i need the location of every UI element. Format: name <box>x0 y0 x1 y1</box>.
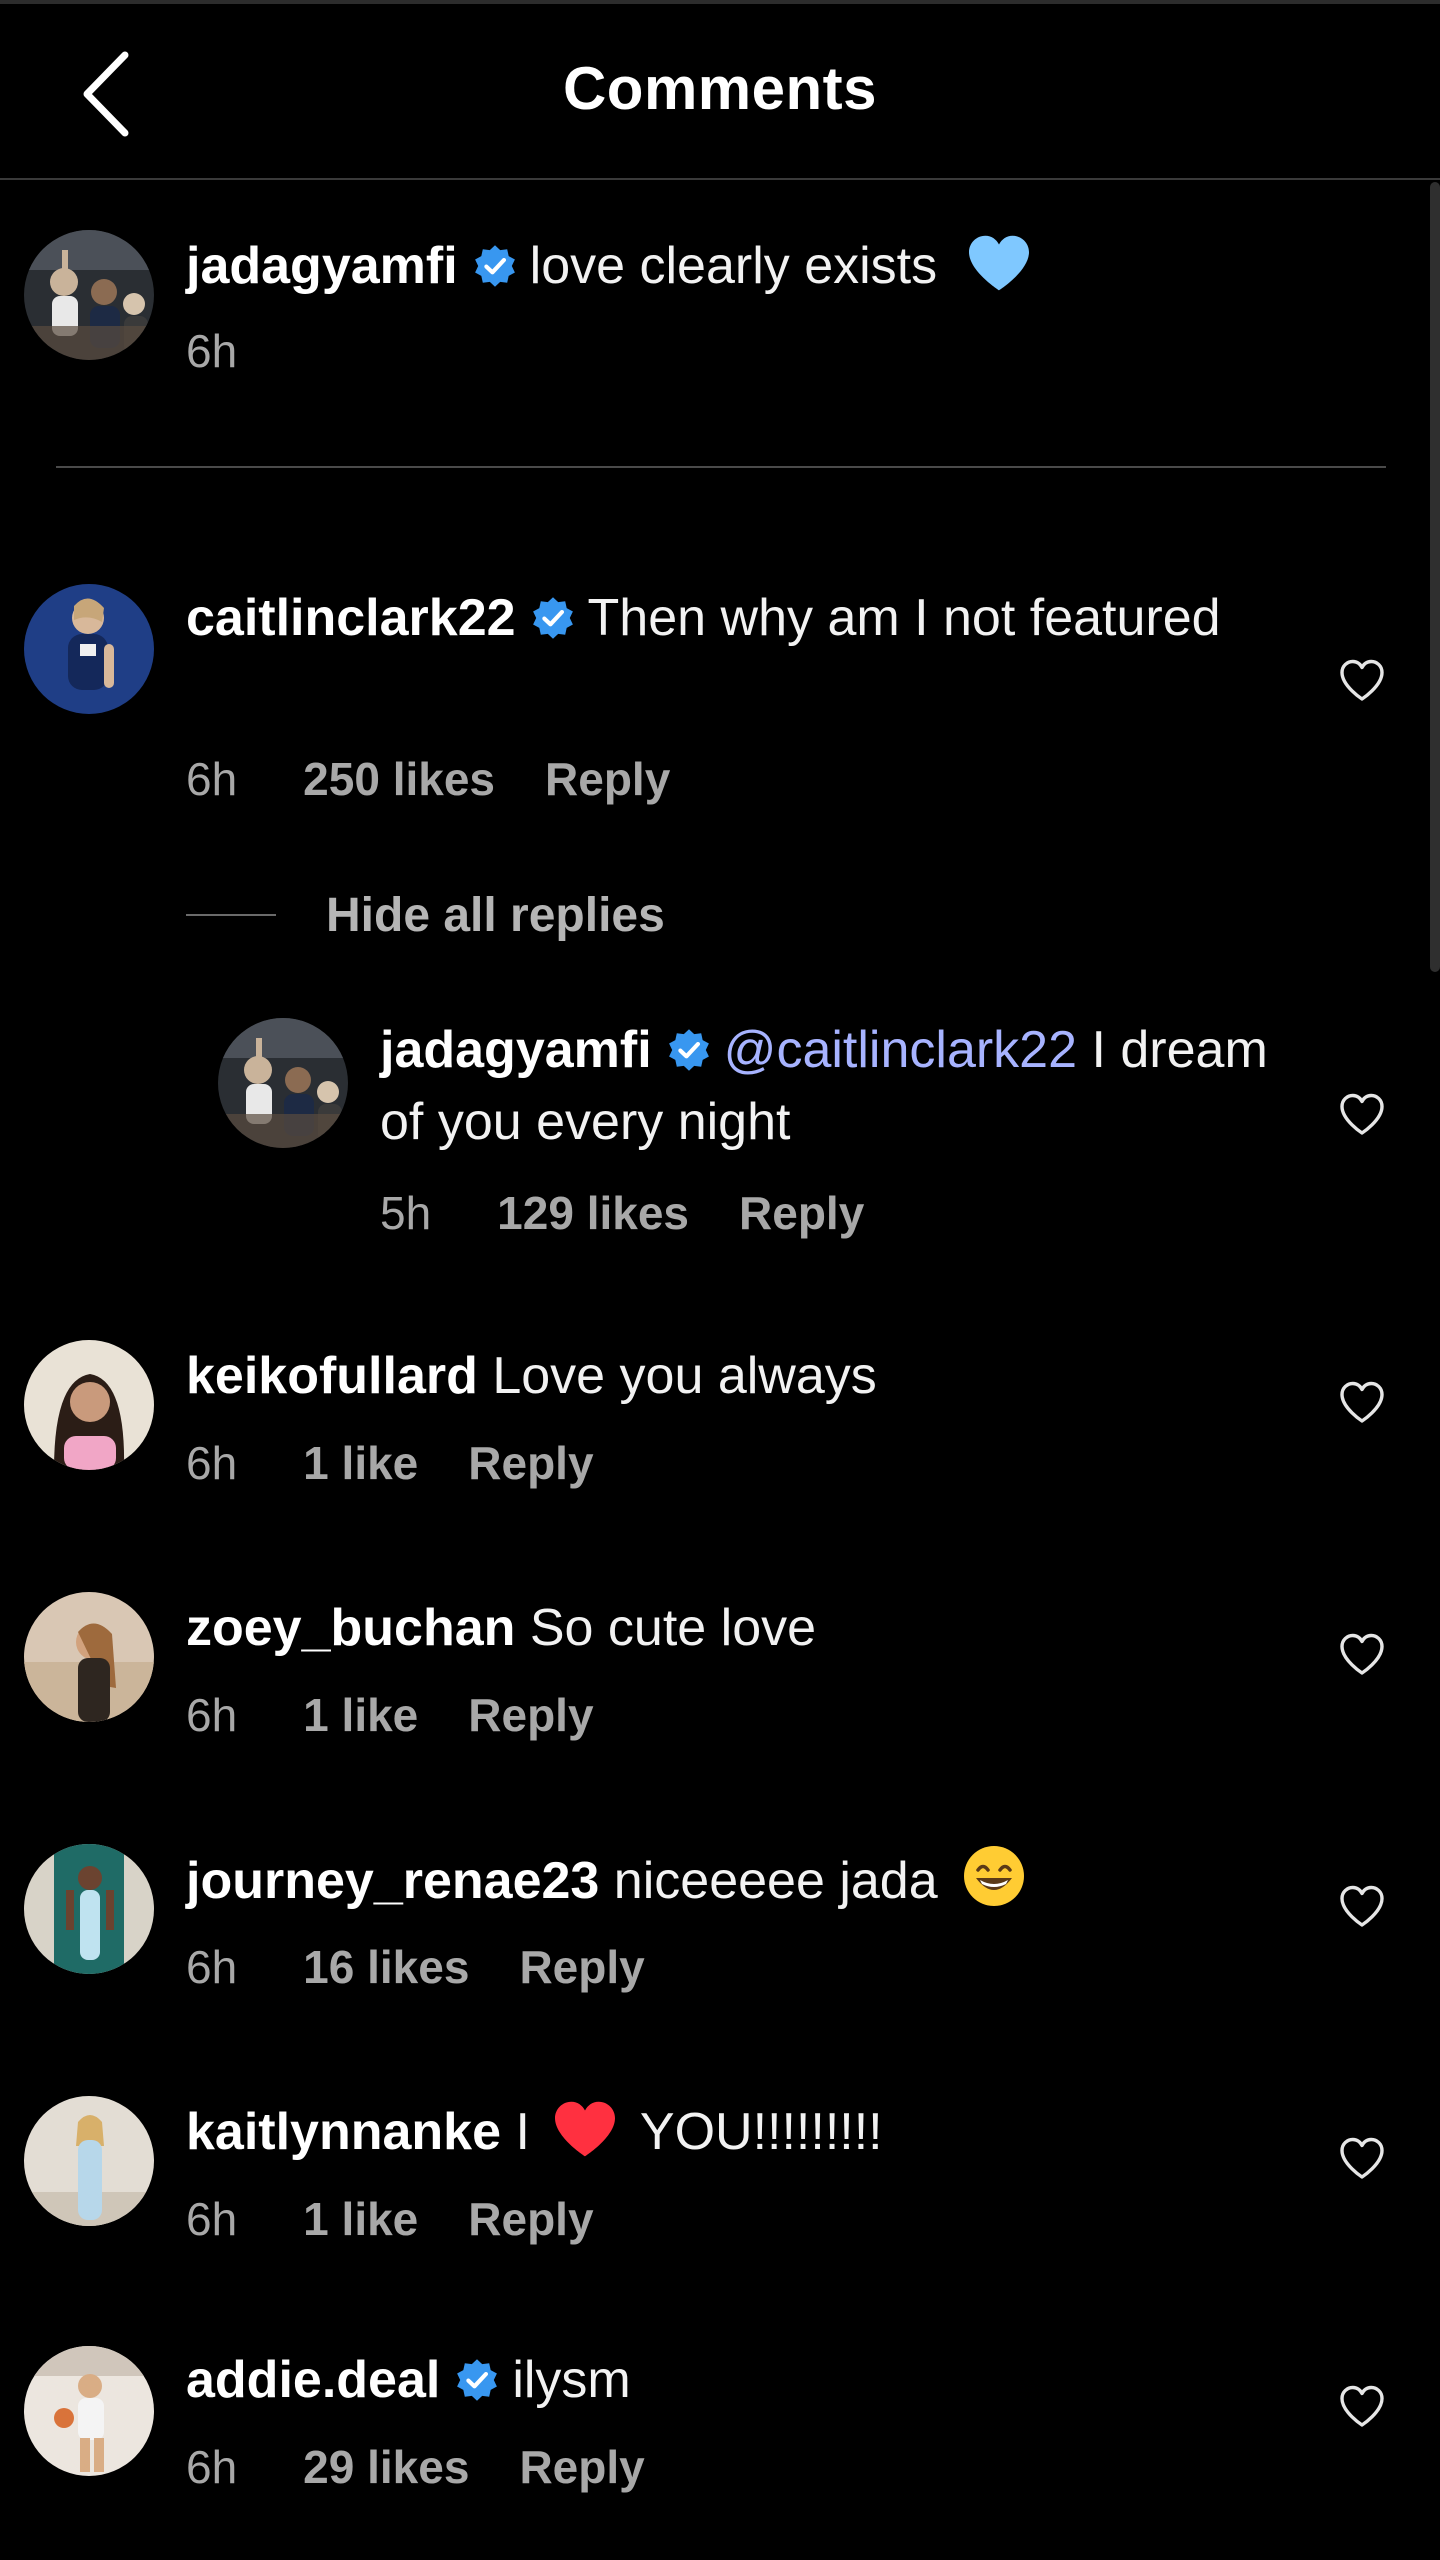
verified-badge-icon <box>530 595 576 641</box>
hide-replies-label: Hide all replies <box>326 888 665 942</box>
likes-count[interactable]: 1 like <box>303 2192 418 2246</box>
comment-username[interactable]: addie.deal <box>186 2351 440 2409</box>
reply-time: 5h <box>380 1187 432 1239</box>
comment-time: 6h <box>186 1941 238 1993</box>
comment-body: niceeeee jada <box>613 1852 938 1910</box>
likes-count[interactable]: 16 likes <box>303 1940 469 1994</box>
avatar[interactable] <box>24 1592 154 1722</box>
reply-text: jadagyamfi @caitlinclark22 I dream of you… <box>380 1014 1300 1158</box>
grinning-face-emoji <box>964 1846 1025 1906</box>
comment-time: 6h <box>186 2441 238 2493</box>
reply-button[interactable]: Reply <box>739 1186 864 1240</box>
comment-time: 6h <box>186 2193 238 2245</box>
comment-text: caitlinclark22 Then why am I not featured <box>186 582 1296 654</box>
likes-count[interactable]: 129 likes <box>497 1186 689 1240</box>
avatar[interactable] <box>218 1018 348 1148</box>
heart-icon[interactable] <box>1338 1092 1386 1136</box>
caption-time: 6h <box>186 325 238 377</box>
heart-icon[interactable] <box>1338 1632 1386 1676</box>
verified-badge-icon <box>472 243 518 289</box>
comment-body: So cute love <box>529 1599 817 1657</box>
comment-time: 6h <box>186 1689 238 1741</box>
caption-body: love clearly exists <box>529 237 938 295</box>
likes-count[interactable]: 29 likes <box>303 2440 469 2494</box>
caption-username[interactable]: jadagyamfi <box>186 237 458 295</box>
heart-icon[interactable] <box>1338 2136 1386 2180</box>
comment-text: keikofullard Love you always <box>186 1340 1296 1412</box>
caption-meta: 6h <box>186 324 237 378</box>
avatar[interactable] <box>24 1844 154 1974</box>
avatar[interactable] <box>24 1340 154 1470</box>
comment-meta: 6h 1 like Reply <box>186 1436 594 1490</box>
red-heart-emoji <box>555 2101 616 2157</box>
comment-body-before: I <box>515 2103 530 2161</box>
heart-icon[interactable] <box>1338 658 1386 702</box>
caption-divider <box>56 466 1386 468</box>
comment-body: ilysm <box>512 2351 631 2409</box>
comment-username[interactable]: kaitlynnanke <box>186 2103 501 2161</box>
reply-button[interactable]: Reply <box>468 2192 593 2246</box>
reply-button[interactable]: Reply <box>519 2440 644 2494</box>
comment-time: 6h <box>186 1437 238 1489</box>
comment-username[interactable]: keikofullard <box>186 1347 478 1405</box>
comment-meta: 6h 1 like Reply <box>186 1688 594 1742</box>
comment-time: 6h <box>186 753 238 805</box>
heart-icon[interactable] <box>1338 2384 1386 2428</box>
reply-button[interactable]: Reply <box>468 1436 593 1490</box>
comment-body: Love you always <box>492 1347 877 1405</box>
comment-text: journey_renae23 niceeeee jada <box>186 1844 1296 1917</box>
reply-button[interactable]: Reply <box>545 752 670 806</box>
comment-meta: 6h 16 likes Reply <box>186 1940 645 1994</box>
comment-body-after: YOU!!!!!!!!! <box>639 2103 883 2161</box>
avatar[interactable] <box>24 2346 154 2476</box>
reply-meta: 5h 129 likes Reply <box>380 1186 864 1240</box>
avatar[interactable] <box>24 230 154 360</box>
avatar[interactable] <box>24 584 154 714</box>
comment-meta: 6h 250 likes Reply <box>186 752 670 806</box>
blue-heart-emoji <box>968 235 1029 291</box>
reply-username[interactable]: jadagyamfi <box>380 1021 652 1079</box>
reply-button[interactable]: Reply <box>519 1940 644 1994</box>
likes-count[interactable]: 1 like <box>303 1688 418 1742</box>
mention-link[interactable]: @caitlinclark22 <box>724 1021 1077 1079</box>
likes-count[interactable]: 1 like <box>303 1436 418 1490</box>
comment-username[interactable]: caitlinclark22 <box>186 589 516 647</box>
comment-body: Then why am I not featured <box>587 589 1221 647</box>
comment-meta: 6h 29 likes Reply <box>186 2440 645 2494</box>
comment-text: kaitlynnanke I YOU!!!!!!!!! <box>186 2096 1296 2168</box>
comment-username[interactable]: journey_renae23 <box>186 1852 599 1910</box>
reply-button[interactable]: Reply <box>468 1688 593 1742</box>
verified-badge-icon <box>454 2357 500 2403</box>
comment-text: addie.deal ilysm <box>186 2344 1296 2416</box>
comment-text: zoey_buchan So cute love <box>186 1592 1296 1664</box>
caption-text: jadagyamfi love clearly exists <box>186 230 1366 302</box>
comments-header: Comments <box>0 4 1440 180</box>
page-title: Comments <box>562 55 878 122</box>
comment-meta: 6h 1 like Reply <box>186 2192 594 2246</box>
hide-replies-toggle[interactable]: Hide all replies <box>186 880 665 950</box>
comment-username[interactable]: zoey_buchan <box>186 1599 515 1657</box>
heart-icon[interactable] <box>1338 1380 1386 1424</box>
verified-badge-icon <box>666 1027 712 1073</box>
thread-line <box>186 914 276 916</box>
avatar[interactable] <box>24 2096 154 2226</box>
likes-count[interactable]: 250 likes <box>303 752 495 806</box>
heart-icon[interactable] <box>1338 1884 1386 1928</box>
scrollbar[interactable] <box>1430 182 1440 972</box>
